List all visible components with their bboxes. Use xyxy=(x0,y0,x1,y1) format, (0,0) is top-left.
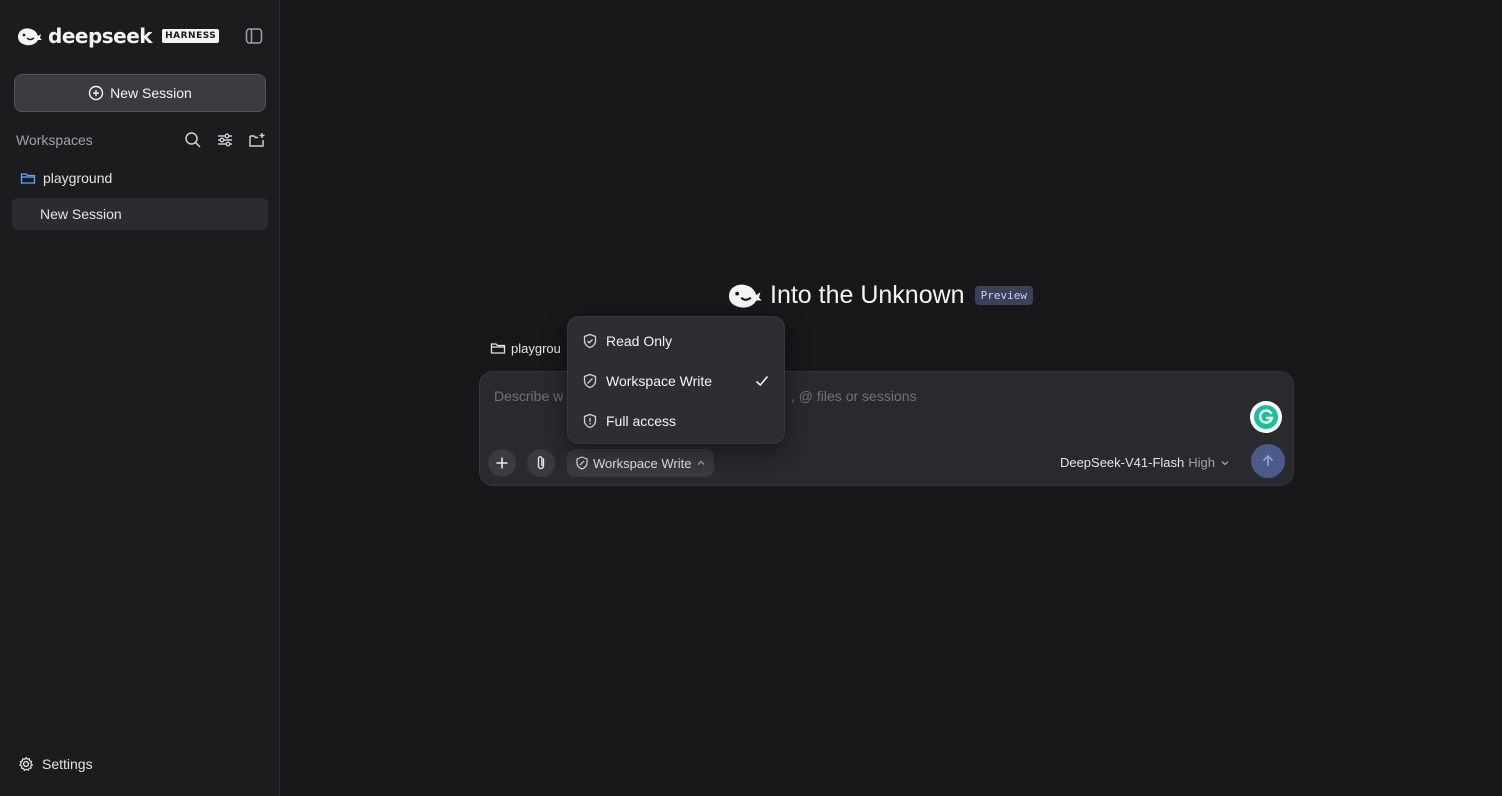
whale-logo-icon xyxy=(16,25,42,47)
grammarly-icon[interactable] xyxy=(1250,401,1282,433)
preview-badge: Preview xyxy=(974,285,1033,305)
menu-item-read-only[interactable]: Read Only xyxy=(568,321,784,361)
shield-check-icon xyxy=(582,333,598,349)
model-name: DeepSeek-V41-Flash xyxy=(1059,455,1185,470)
send-button[interactable] xyxy=(1251,444,1285,478)
plus-circle-icon xyxy=(88,85,104,101)
sidebar: deepseek HARNESS New Session Workspaces xyxy=(0,0,280,796)
workspace-name: playground xyxy=(43,170,113,186)
permission-selector[interactable]: Workspace Write xyxy=(567,449,714,477)
filter-sliders-icon[interactable] xyxy=(216,131,234,149)
shield-alert-icon xyxy=(582,413,598,429)
menu-item-label: Full access xyxy=(606,413,677,429)
gear-icon xyxy=(18,756,34,772)
whale-logo-icon xyxy=(726,280,762,310)
brand-tag: HARNESS xyxy=(162,29,220,43)
permission-label: Workspace Write xyxy=(593,455,692,471)
add-button[interactable] xyxy=(488,449,516,477)
brand[interactable]: deepseek HARNESS xyxy=(16,24,220,48)
permission-menu: Read Only Workspace Write Full access xyxy=(567,316,785,444)
settings-button[interactable]: Settings xyxy=(18,756,93,772)
search-icon[interactable] xyxy=(184,131,202,149)
brand-name: deepseek xyxy=(48,24,153,48)
placeholder-left: Describe w xyxy=(494,388,564,404)
model-level: High xyxy=(1188,455,1215,470)
menu-item-workspace-write[interactable]: Workspace Write xyxy=(568,361,784,401)
workspaces-header: Workspaces xyxy=(16,130,266,150)
placeholder-right: , @ files or sessions xyxy=(791,388,917,404)
add-folder-icon[interactable] xyxy=(248,131,266,149)
paperclip-icon xyxy=(534,455,548,471)
folder-icon xyxy=(20,170,36,186)
shield-edit-icon xyxy=(575,456,589,470)
menu-item-label: Workspace Write xyxy=(606,373,713,389)
folder-icon xyxy=(490,340,506,356)
chevron-down-icon xyxy=(1219,457,1231,469)
hero: Into the Unknown Preview xyxy=(726,280,1033,310)
model-selector[interactable]: DeepSeek-V41-Flash High xyxy=(1060,455,1231,470)
hero-title: Into the Unknown xyxy=(770,280,965,309)
workspace-path-chip[interactable]: playgrou xyxy=(490,340,561,356)
menu-item-label: Read Only xyxy=(606,333,673,349)
workspaces-title: Workspaces xyxy=(16,132,93,148)
workspace-folder[interactable]: playground xyxy=(20,170,112,186)
checkmark-icon xyxy=(754,373,770,389)
toggle-sidebar-icon[interactable] xyxy=(244,26,264,46)
settings-label: Settings xyxy=(42,756,93,772)
menu-item-full-access[interactable]: Full access xyxy=(568,401,784,441)
attach-button[interactable] xyxy=(527,449,555,477)
new-session-label: New Session xyxy=(110,85,192,101)
session-item[interactable]: New Session xyxy=(12,198,268,230)
shield-edit-icon xyxy=(582,373,598,389)
workspace-path-label: playgrou xyxy=(511,340,561,356)
plus-icon xyxy=(495,456,509,470)
chevron-up-icon xyxy=(696,458,706,468)
arrow-up-icon xyxy=(1260,453,1276,469)
new-session-button[interactable]: New Session xyxy=(14,74,266,112)
